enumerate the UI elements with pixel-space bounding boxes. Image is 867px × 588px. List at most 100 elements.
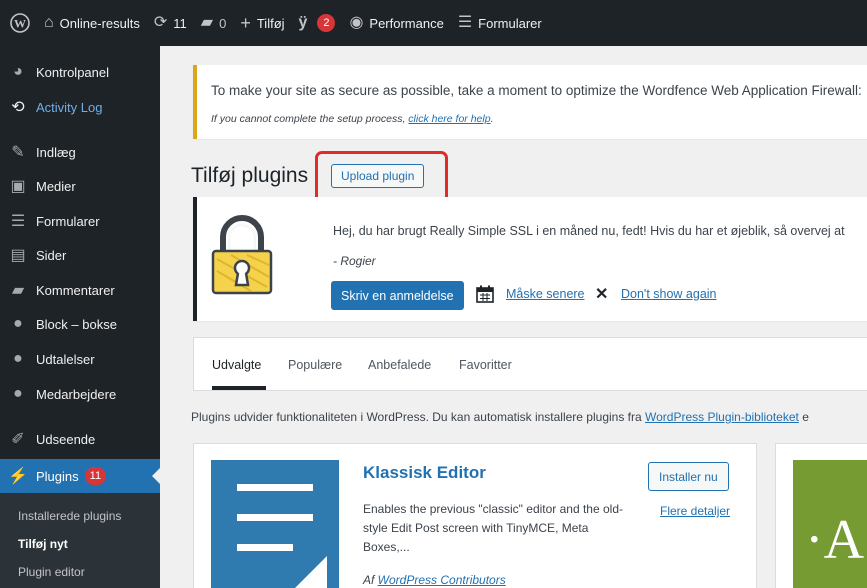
sidebar-item-formularer[interactable]: ☰ Formularer (0, 204, 160, 238)
home-icon: ⌂ (44, 14, 54, 31)
plugin-description: Enables the previous "classic" editor an… (363, 502, 623, 554)
active-menu-arrow (152, 468, 160, 484)
sidebar-item-label: Sider (36, 247, 67, 263)
forms-icon: ☰ (10, 213, 26, 230)
plus-icon: + (240, 13, 251, 33)
svg-text:W: W (14, 17, 26, 31)
wordfence-notice-text: To make your site as secure as possible,… (211, 83, 862, 98)
forms-label: Formularer (478, 15, 542, 31)
yoast-link[interactable]: ÿ 2 (292, 0, 343, 46)
plugin-title[interactable]: Klassisk Editor (363, 463, 486, 483)
forms-icon: ☰ (457, 14, 473, 31)
performance-label: Performance (369, 15, 444, 31)
plugins-badge: 11 (84, 467, 107, 485)
sidebar-item-label: Activity Log (36, 99, 103, 115)
performance-icon: ◉ (349, 14, 364, 31)
submenu-plugin-editor[interactable]: Plugin editor (18, 565, 85, 579)
calendar-icon (476, 285, 494, 303)
history-icon: ⟲ (11, 99, 25, 116)
tab-anbefalede[interactable]: Anbefalede (368, 358, 431, 372)
comments-link[interactable]: ▰ 0 (194, 0, 234, 46)
new-label: Tilføj (256, 15, 285, 31)
updates-count: 11 (173, 15, 187, 31)
sidebar-item-block-bokse[interactable]: ● Block – bokse (0, 307, 160, 341)
second-plugin-thumbnail[interactable]: ·A (793, 460, 867, 588)
sidebar-item-kontrolpanel[interactable]: ◕ Kontrolpanel (0, 55, 160, 89)
sidebar-item-label: Kommentarer (36, 282, 115, 298)
site-name: Online-results (59, 15, 140, 31)
sidebar-item-sider[interactable]: ▤ Sider (0, 238, 160, 272)
plugin-author-prefix: Af (363, 573, 378, 587)
ssl-review-notice (193, 197, 867, 321)
sidebar-item-udseende[interactable]: ✐ Udseende (0, 422, 160, 456)
brush-icon: ✐ (11, 431, 25, 448)
updates-link[interactable]: ⟳ 11 (147, 0, 194, 46)
plugin-author: Af WordPress Contributors (363, 573, 506, 587)
classic-editor-thumbnail (211, 460, 339, 588)
page-icon: ▤ (10, 247, 26, 264)
active-tab-indicator (212, 386, 266, 390)
dont-show-again-link[interactable]: Don't show again (621, 287, 717, 301)
wordpress-icon: W (10, 13, 30, 33)
admin-bar: W ⌂ Online-results ⟳ 11 ▰ 0 + Tilføj ÿ 2… (0, 0, 867, 46)
wordfence-notice-subtext: If you cannot complete the setup process… (211, 113, 494, 125)
sidebar-item-label: Medier (36, 178, 76, 194)
install-now-button[interactable]: Installer nu (648, 462, 729, 491)
submenu-add-new[interactable]: Tilføj nyt (18, 537, 68, 551)
new-content-link[interactable]: + Tilføj (233, 0, 291, 46)
comment-icon: ▰ (11, 282, 25, 299)
user-icon: ● (13, 385, 23, 402)
sidebar-item-label: Plugins (36, 468, 79, 484)
sidebar-item-plugins[interactable]: ⚡ Plugins 11 (0, 459, 160, 493)
sidebar-item-indlaeg[interactable]: ✎ Indlæg (0, 135, 160, 169)
sidebar-item-label: Indlæg (36, 144, 76, 160)
sidebar-item-udtalelser[interactable]: ● Udtalelser (0, 342, 160, 376)
sidebar-item-label: Medarbejdere (36, 386, 117, 402)
sidebar-item-label: Kontrolpanel (36, 64, 109, 80)
wordpress-logo[interactable]: W (0, 0, 37, 46)
user-icon: ● (13, 350, 23, 367)
write-review-button[interactable]: Skriv en anmeldelse (331, 281, 464, 310)
sidebar-item-label: Block – bokse (36, 316, 117, 332)
plugins-description: Plugins udvider funktionaliteten i WordP… (191, 410, 809, 424)
comment-icon: ▰ (200, 14, 214, 31)
plugins-description-text: Plugins udvider funktionaliteten i WordP… (191, 410, 646, 424)
comments-count: 0 (219, 15, 227, 31)
more-details-link[interactable]: Flere detaljer (660, 504, 730, 518)
user-icon: ● (13, 315, 23, 332)
yoast-icon: ÿ (298, 14, 308, 31)
pin-icon: ✎ (11, 144, 25, 161)
sidebar-item-kommentarer[interactable]: ▰ Kommentarer (0, 273, 160, 307)
plugin-author-link[interactable]: WordPress Contributors (378, 573, 506, 587)
sidebar-item-label: Udseende (36, 431, 96, 447)
plugins-description-suffix: e (798, 410, 809, 424)
media-icon: ▣ (10, 178, 26, 195)
tab-populaere[interactable]: Populære (288, 358, 342, 372)
submenu-installed-plugins[interactable]: Installerede plugins (18, 509, 121, 523)
dismiss-x-icon[interactable]: ✕ (595, 284, 608, 304)
document-fold-icon (295, 556, 327, 588)
site-name-link[interactable]: ⌂ Online-results (37, 0, 147, 46)
sidebar-item-medier[interactable]: ▣ Medier (0, 169, 160, 203)
sidebar-item-label: Formularer (36, 213, 100, 229)
lock-icon (211, 215, 273, 295)
plugin-icon: ⚡ (8, 468, 28, 485)
tab-favoritter[interactable]: Favoritter (459, 358, 512, 372)
maybe-later-link[interactable]: Måske senere (506, 287, 585, 301)
performance-link[interactable]: ◉ Performance (342, 0, 450, 46)
wordfence-help-link[interactable]: click here for help (408, 113, 490, 125)
forms-link[interactable]: ☰ Formularer (451, 0, 549, 46)
sidebar-item-medarbejdere[interactable]: ● Medarbejdere (0, 377, 160, 411)
wordfence-notice: To make your site as secure as possible,… (193, 65, 867, 139)
wordfence-sub-prefix: If you cannot complete the setup process… (211, 113, 409, 125)
updates-icon: ⟳ (153, 14, 168, 31)
dashboard-icon: ◕ (13, 63, 23, 80)
wordfence-sub-suffix: . (490, 113, 494, 125)
page-title: Tilføj plugins (191, 164, 309, 187)
ssl-notice-author: - Rogier (333, 254, 376, 268)
ssl-notice-text: Hej, du har brugt Really Simple SSL i en… (333, 224, 845, 238)
sidebar-item-label: Udtalelser (36, 351, 95, 367)
tab-udvalgte[interactable]: Udvalgte (212, 358, 261, 372)
plugin-directory-link[interactable]: WordPress Plugin-biblioteket (645, 410, 799, 424)
sidebar-item-activity-log[interactable]: ⟲ Activity Log (0, 90, 160, 124)
